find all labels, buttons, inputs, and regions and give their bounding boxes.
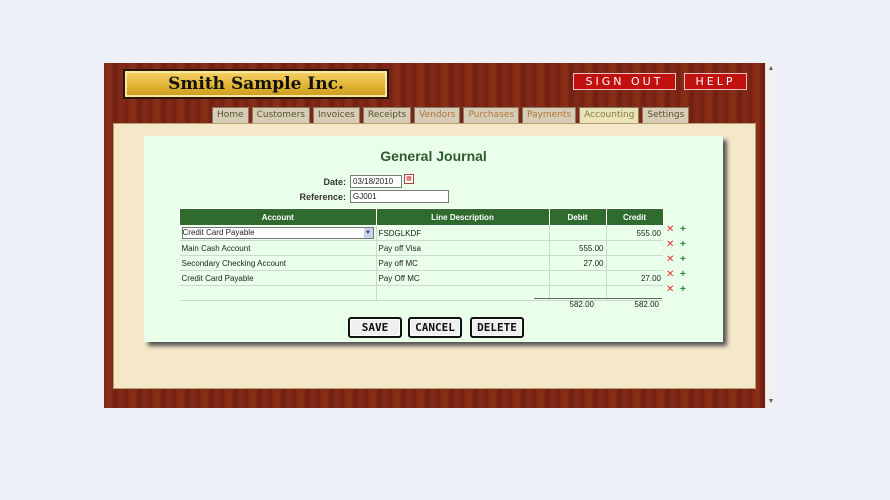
delete-button[interactable]: DELETE <box>470 317 524 338</box>
tab-purchases[interactable]: Purchases <box>463 107 520 123</box>
col-description: Line Description <box>375 208 550 226</box>
plus-icon[interactable]: + <box>680 224 686 235</box>
row-action-group: ✕ + <box>666 269 690 284</box>
description-cell[interactable] <box>376 285 550 301</box>
page-title: General Journal <box>380 148 487 164</box>
scroll-up-icon[interactable]: ▲ <box>767 65 775 73</box>
table-row: Credit Card Payable ▼ FSDGLKDF 555.00 <box>179 225 663 241</box>
description-cell[interactable]: Pay Off MC <box>376 270 550 286</box>
tab-settings[interactable]: Settings <box>642 107 690 123</box>
close-icon[interactable]: ✕ <box>666 254 674 265</box>
row-action-group: ✕ + <box>666 284 690 299</box>
calendar-icon[interactable]: ▦ <box>404 174 414 184</box>
col-credit: Credit <box>605 208 664 226</box>
debit-cell[interactable] <box>549 225 607 241</box>
journal-card: General Journal Date: 03/18/2010 ▦ Refer… <box>144 136 723 342</box>
credit-cell[interactable] <box>606 240 663 256</box>
cancel-button[interactable]: CANCEL <box>408 317 462 338</box>
tab-customers[interactable]: Customers <box>251 107 310 123</box>
totals-divider <box>534 298 662 299</box>
table-row: Credit Card Payable Pay Off MC 27.00 <box>179 270 663 286</box>
date-label: Date: <box>323 177 346 187</box>
tab-accounting[interactable]: Accounting <box>579 107 640 123</box>
help-button[interactable]: HELP <box>684 73 747 90</box>
scroll-down-icon[interactable]: ▼ <box>767 398 775 406</box>
plus-icon[interactable]: + <box>680 254 686 265</box>
app-window: Smith Sample Inc. SIGN OUT HELP Home Cus… <box>104 63 765 408</box>
plus-icon[interactable]: + <box>680 269 686 280</box>
plus-icon[interactable]: + <box>680 239 686 250</box>
close-icon[interactable]: ✕ <box>666 239 674 250</box>
row-action-group: ✕ + <box>666 224 690 239</box>
company-logo: Smith Sample Inc. <box>123 69 389 99</box>
sign-out-button[interactable]: SIGN OUT <box>573 73 676 90</box>
content-panel: General Journal Date: 03/18/2010 ▦ Refer… <box>113 123 756 389</box>
description-cell[interactable]: FSDGLKDF <box>376 225 550 241</box>
account-select-value: Credit Card Payable <box>182 228 255 237</box>
save-button[interactable]: SAVE <box>348 317 402 338</box>
debit-cell[interactable]: 27.00 <box>549 255 607 271</box>
company-name: Smith Sample Inc. <box>168 74 344 94</box>
close-icon[interactable]: ✕ <box>666 224 674 235</box>
tab-payments[interactable]: Payments <box>522 107 577 123</box>
tab-home[interactable]: Home <box>212 107 249 123</box>
account-select-cell: Credit Card Payable ▼ <box>179 225 377 241</box>
debit-cell[interactable]: 555.00 <box>549 240 607 256</box>
account-cell[interactable]: Credit Card Payable <box>179 270 377 286</box>
table-row: Secondary Checking Account Pay off MC 27… <box>179 255 663 271</box>
vertical-scrollbar[interactable]: ▲ ▼ <box>765 63 776 408</box>
reference-label: Reference: <box>299 192 346 202</box>
debit-cell[interactable] <box>549 270 607 286</box>
tab-vendors[interactable]: Vendors <box>414 107 461 123</box>
description-cell[interactable]: Pay off Visa <box>376 240 550 256</box>
row-action-group: ✕ + <box>666 239 690 254</box>
tab-receipts[interactable]: Receipts <box>362 107 412 123</box>
account-cell[interactable] <box>179 285 377 301</box>
date-field[interactable]: 03/18/2010 <box>350 175 402 188</box>
description-cell[interactable]: Pay off MC <box>376 255 550 271</box>
plus-icon[interactable]: + <box>680 284 686 295</box>
credit-cell[interactable]: 27.00 <box>606 270 663 286</box>
row-actions: ✕ + ✕ + ✕ + ✕ + ✕ + <box>666 224 690 299</box>
account-cell[interactable]: Secondary Checking Account <box>179 255 377 271</box>
journal-table: Account Line Description Debit Credit Cr… <box>179 208 664 301</box>
total-debit: 582.00 <box>569 300 594 309</box>
main-tabs: Home Customers Invoices Receipts Vendors… <box>212 107 690 123</box>
account-select[interactable]: Credit Card Payable ▼ <box>181 227 374 239</box>
credit-cell[interactable] <box>606 255 663 271</box>
account-cell[interactable]: Main Cash Account <box>179 240 377 256</box>
tab-invoices[interactable]: Invoices <box>312 107 360 123</box>
close-icon[interactable]: ✕ <box>666 284 674 295</box>
credit-cell[interactable]: 555.00 <box>606 225 663 241</box>
row-action-group: ✕ + <box>666 254 690 269</box>
table-header: Account Line Description Debit Credit <box>179 208 664 226</box>
table-row: Main Cash Account Pay off Visa 555.00 <box>179 240 663 256</box>
reference-field[interactable]: GJ001 <box>350 190 449 203</box>
col-debit: Debit <box>548 208 607 226</box>
chevron-down-icon[interactable]: ▼ <box>363 228 373 238</box>
col-account: Account <box>179 208 377 226</box>
close-icon[interactable]: ✕ <box>666 269 674 280</box>
total-credit: 582.00 <box>634 300 659 309</box>
